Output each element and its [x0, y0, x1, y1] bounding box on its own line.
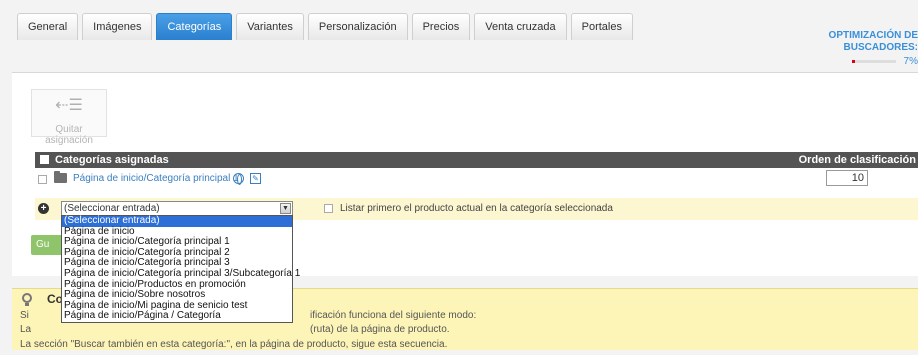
category-dropdown-list: (Seleccionar entrada) Página de inicio P…: [61, 215, 300, 323]
row-checkbox[interactable]: [38, 175, 47, 184]
info-line1-start: Si: [20, 310, 29, 321]
tab-categorias[interactable]: Categorías: [156, 13, 233, 40]
tab-bar: General Imágenes Categorías Variantes Pe…: [17, 13, 637, 40]
seo-score: OPTIMIZACIÓN DE BUSCADORES: 7%: [808, 30, 918, 67]
seo-title-line1: OPTIMIZACIÓN DE: [828, 30, 918, 41]
unassign-icon: ⇠☰: [55, 97, 83, 114]
dropdown-option[interactable]: Página de inicio/Categoría principal 3/S…: [62, 268, 300, 280]
remove-assignment-label: Quitar asignación: [45, 124, 93, 146]
tab-precios[interactable]: Precios: [411, 13, 471, 40]
tab-venta-cruzada[interactable]: Venta cruzada: [474, 13, 567, 40]
seo-progress-fill: [851, 60, 855, 63]
category-select[interactable]: (Seleccionar entrada) ▼: [61, 201, 293, 216]
lightbulb-icon: [22, 293, 32, 306]
folder-icon: [54, 171, 67, 183]
category-select-value: (Seleccionar entrada): [64, 203, 160, 214]
list-first-checkbox[interactable]: [324, 204, 333, 213]
remove-assignment-button[interactable]: ⇠☰ Quitar asignación: [31, 89, 107, 146]
info-line2-end: (ruta) de la página de producto.: [310, 324, 450, 335]
edit-icon[interactable]: ✎: [250, 173, 261, 184]
seo-percent: 7%: [903, 56, 918, 67]
dropdown-option[interactable]: (Seleccionar entrada): [62, 215, 292, 227]
select-all-checkbox[interactable]: [40, 155, 49, 164]
sort-order-input[interactable]: 10: [826, 170, 868, 186]
chevron-down-icon[interactable]: ▼: [280, 203, 291, 214]
tab-imagenes[interactable]: Imágenes: [82, 13, 153, 40]
add-icon[interactable]: +: [38, 203, 49, 214]
grid-header-title: Categorías asignadas: [55, 154, 169, 166]
tab-portales[interactable]: Portales: [570, 13, 633, 40]
dropdown-option[interactable]: Página de inicio/Página / Categoría: [62, 311, 292, 322]
info-line2-start: La: [20, 324, 32, 335]
info-line1-end: ificación funciona del siguiente modo:: [310, 310, 477, 321]
table-row: Página de inicio/Categoría principal 1 ✎…: [35, 170, 918, 190]
category-path-link[interactable]: Página de inicio/Categoría principal 1: [73, 173, 239, 184]
seo-title-line2: BUSCADORES:: [843, 42, 918, 53]
grid-header: Categorías asignadas Orden de clasificac…: [35, 152, 918, 168]
list-first-label: Listar primero el producto actual en la …: [340, 203, 613, 214]
tab-general[interactable]: General: [17, 13, 79, 40]
globe-icon[interactable]: [233, 173, 244, 185]
tab-personalizacion[interactable]: Personalización: [307, 13, 408, 40]
tab-variantes[interactable]: Variantes: [236, 13, 304, 40]
info-line3: La sección "Buscar también en esta categ…: [20, 339, 448, 350]
seo-progress-bar: [851, 60, 896, 63]
grid-header-order: Orden de clasificación: [798, 154, 916, 166]
